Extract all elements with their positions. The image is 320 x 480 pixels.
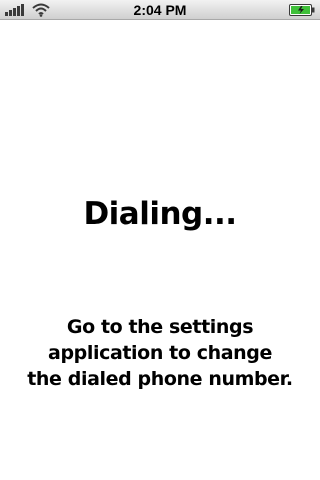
message-line: Go to the settings xyxy=(66,316,254,338)
status-bar: 2:04 PM xyxy=(0,0,320,20)
message-line: the dialed phone number. xyxy=(27,368,293,390)
dialing-title: Dialing... xyxy=(83,196,237,232)
settings-instruction-message: Go to the settings application to change… xyxy=(0,314,320,392)
status-time: 2:04 PM xyxy=(133,2,187,18)
battery-charging-icon xyxy=(289,4,315,16)
dialing-screen: Dialing... Go to the settings applicatio… xyxy=(0,20,320,480)
message-line: application to change xyxy=(48,342,272,364)
